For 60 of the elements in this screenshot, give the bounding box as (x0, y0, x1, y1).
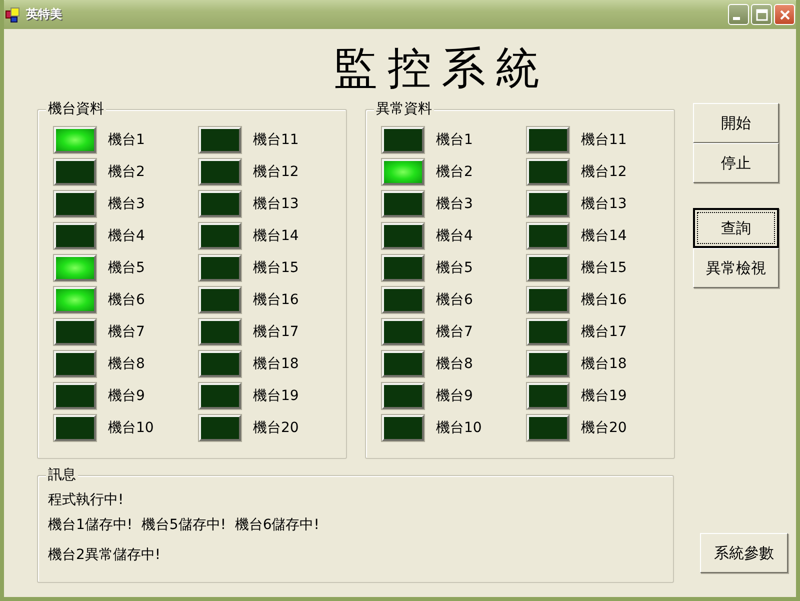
command-button[interactable]: 開始 (693, 103, 779, 143)
minimize-button[interactable] (728, 4, 749, 25)
lamp-label: 機台5 (436, 259, 473, 277)
group-title: 機台資料 (46, 101, 106, 117)
group-title: 訊息 (46, 467, 78, 483)
lamp-label: 機台12 (581, 163, 627, 181)
settings-button[interactable]: 系統參數 (700, 533, 788, 573)
lamp-label: 機台4 (108, 227, 145, 245)
lamp-label: 機台16 (581, 291, 627, 309)
lamp-label: 機台8 (108, 355, 145, 373)
lamp-label: 機台18 (581, 355, 627, 373)
lamp-label: 機台10 (108, 419, 154, 437)
message-line: 機台1儲存中! 機台5儲存中! 機台6儲存中! (48, 516, 320, 535)
lamp-label: 機台12 (253, 163, 299, 181)
command-button[interactable]: 停止 (693, 143, 779, 183)
lamp-label: 機台15 (581, 259, 627, 277)
lamp-label: 機台6 (436, 291, 473, 309)
lamp-label: 機台1 (436, 131, 473, 149)
lamp-label: 機台11 (253, 131, 299, 149)
lamp-label: 機台14 (581, 227, 627, 245)
lamp-label: 機台1 (108, 131, 145, 149)
minimize-icon (733, 17, 740, 20)
app-icon (5, 6, 21, 22)
lamp-label: 機台9 (108, 387, 145, 405)
lamp-label: 機台7 (108, 323, 145, 341)
lamp-label: 機台17 (253, 323, 299, 341)
lamp-label: 機台20 (581, 419, 627, 437)
lamp-label: 機台14 (253, 227, 299, 245)
lamp-label: 機台17 (581, 323, 627, 341)
lamp-label: 機台4 (436, 227, 473, 245)
lamp-label: 機台16 (253, 291, 299, 309)
maximize-icon (756, 8, 768, 20)
lamp-label: 機台6 (108, 291, 145, 309)
message-line: 程式執行中! (48, 491, 125, 510)
lamp-label: 機台3 (436, 195, 473, 213)
close-button[interactable] (774, 4, 795, 25)
lamp-label: 機台19 (581, 387, 627, 405)
message-line: 機台2異常儲存中! (48, 546, 162, 565)
lamp-label: 機台11 (581, 131, 627, 149)
window-title: 英特美 (26, 6, 63, 23)
lamp-label: 機台13 (581, 195, 627, 213)
lamp-label: 機台8 (436, 355, 473, 373)
lamp-label: 機台15 (253, 259, 299, 277)
maximize-button[interactable] (751, 4, 772, 25)
lamp-label: 機台3 (108, 195, 145, 213)
command-button[interactable]: 查詢 (693, 208, 779, 248)
lamp-label: 機台20 (253, 419, 299, 437)
lamp-label: 機台5 (108, 259, 145, 277)
lamp-label: 機台13 (253, 195, 299, 213)
lamp-label: 機台2 (108, 163, 145, 181)
lamp-label: 機台10 (436, 419, 482, 437)
lamp-label: 機台7 (436, 323, 473, 341)
lamp-label: 機台2 (436, 163, 473, 181)
lamp-label: 機台19 (253, 387, 299, 405)
lamp-label: 機台18 (253, 355, 299, 373)
app-heading: 監控系統 (332, 42, 550, 96)
command-button[interactable]: 異常檢視 (693, 248, 779, 288)
close-icon (778, 8, 790, 20)
lamp-label: 機台9 (436, 387, 473, 405)
group-title: 異常資料 (374, 101, 434, 117)
